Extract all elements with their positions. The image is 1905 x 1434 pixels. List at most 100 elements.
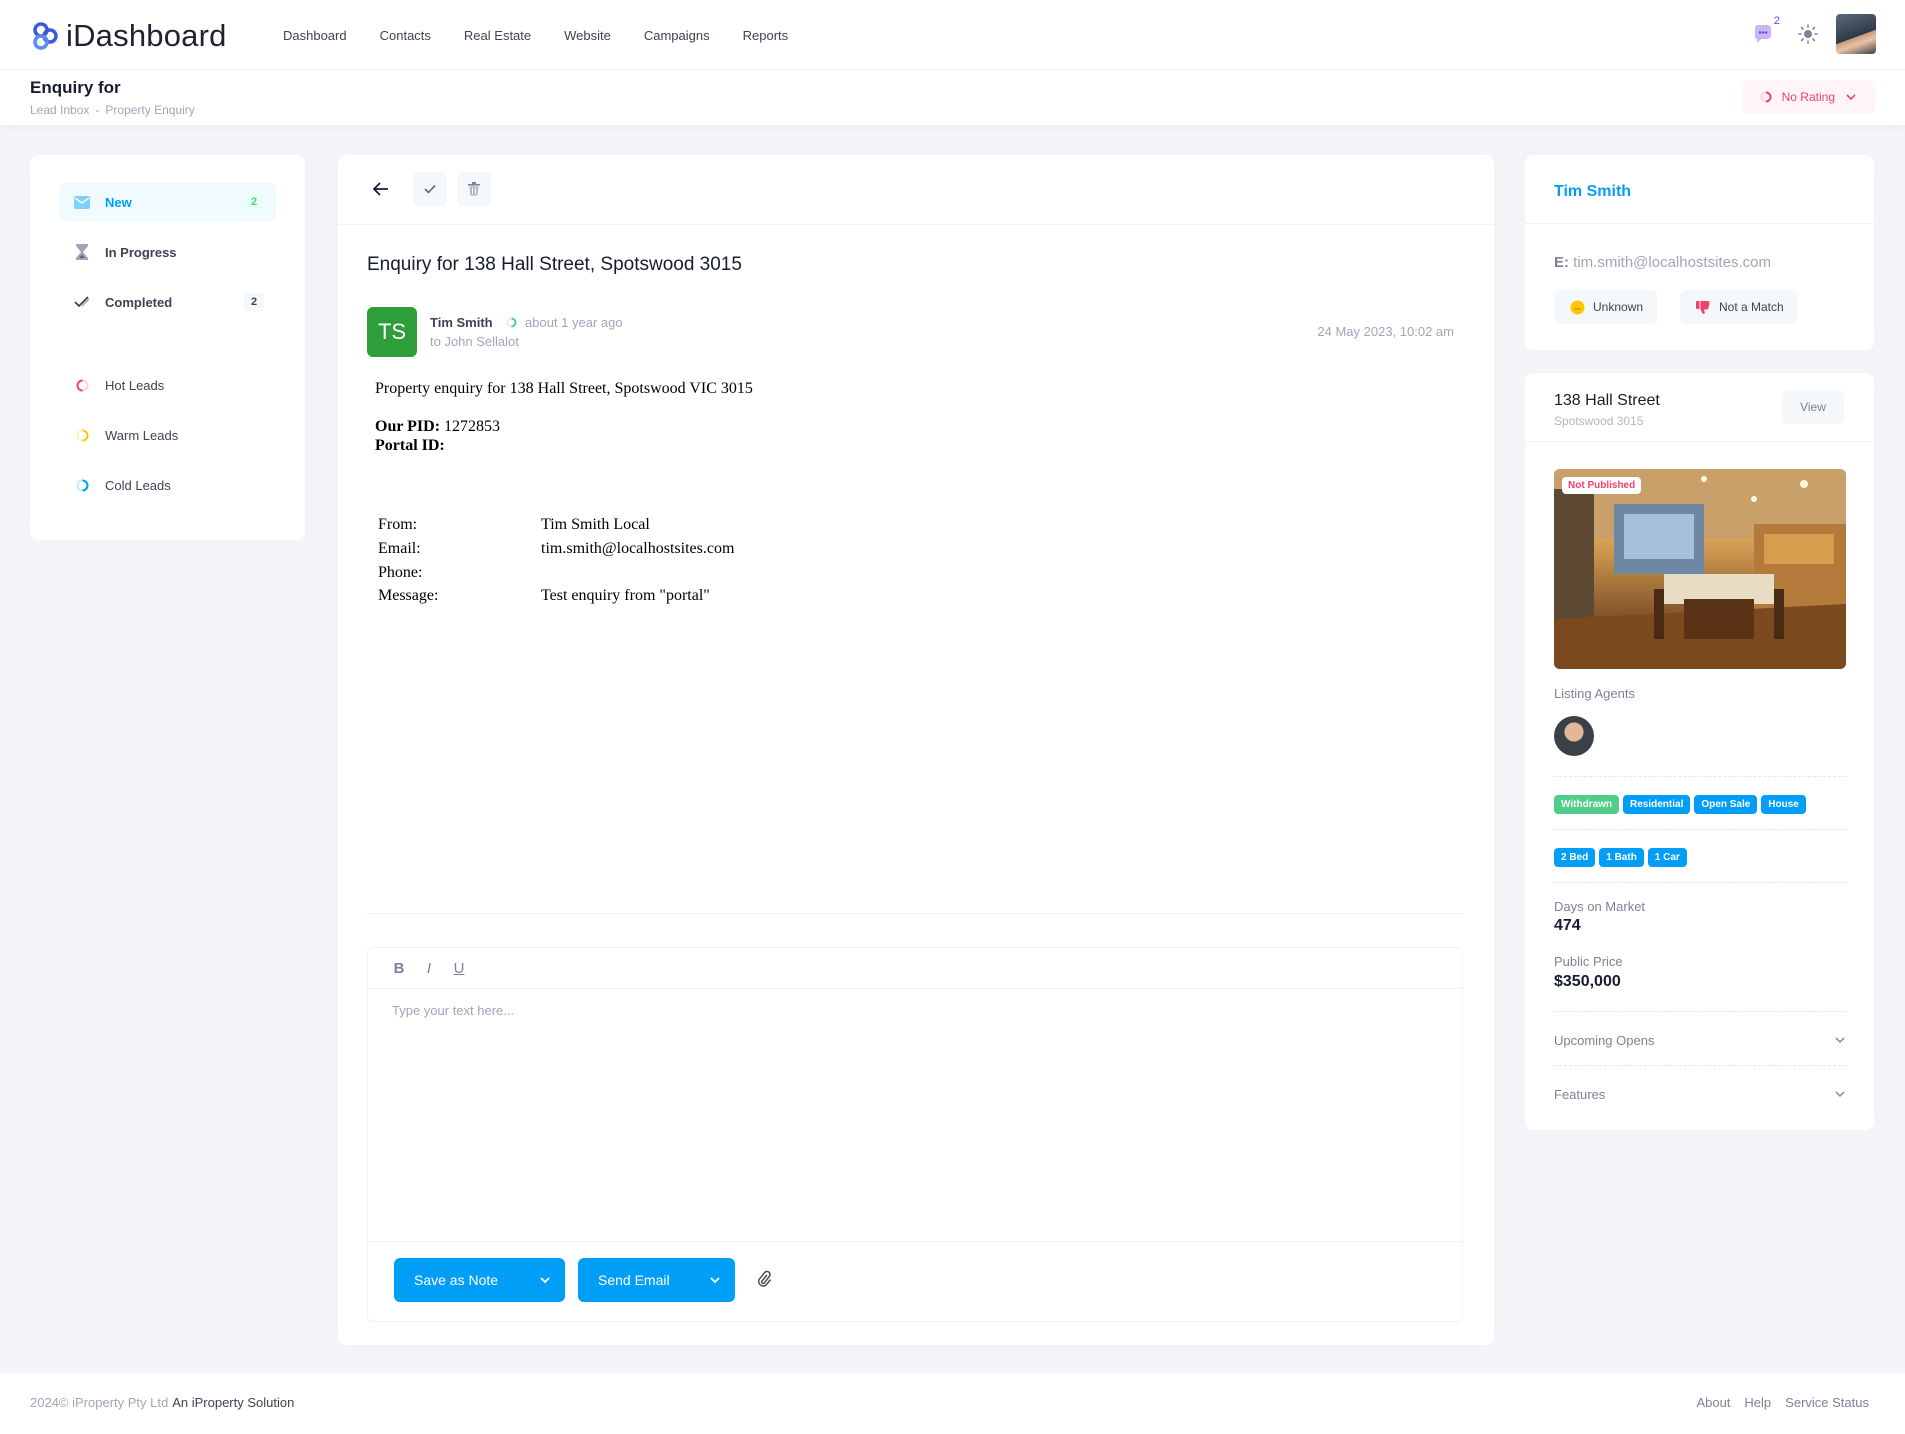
email-value[interactable]: tim.smith@localhostsites.com xyxy=(541,540,734,558)
chevron-down-icon[interactable] xyxy=(539,1274,551,1286)
accordion-label: Features xyxy=(1554,1086,1606,1102)
tag-residential: Residential xyxy=(1623,795,1691,814)
save-as-note-button[interactable]: Save as Note xyxy=(394,1258,565,1302)
dashed-divider xyxy=(1554,882,1846,883)
footer-link-about[interactable]: About xyxy=(1696,1395,1730,1410)
copyright-text: 2024© iProperty Pty Ltd xyxy=(30,1395,169,1410)
body-divider xyxy=(367,913,1463,914)
nav-real-estate[interactable]: Real Estate xyxy=(464,28,531,43)
mark-complete-button[interactable] xyxy=(413,172,447,206)
phone-label: Phone: xyxy=(378,564,423,581)
solution-link[interactable]: An iProperty Solution xyxy=(172,1395,294,1410)
features-accordion[interactable]: Features xyxy=(1554,1084,1846,1104)
message-value: Test enquiry from "portal" xyxy=(541,587,710,604)
public-price-value: $350,000 xyxy=(1554,973,1621,990)
sidebar-item-new[interactable]: New 2 xyxy=(59,183,276,221)
email-prefix: E: xyxy=(1554,254,1569,271)
bold-button[interactable]: B xyxy=(392,960,406,977)
contact-name[interactable]: Tim Smith xyxy=(1554,183,1631,201)
italic-button[interactable]: I xyxy=(422,960,436,977)
feature-car: 1 Car xyxy=(1647,848,1687,867)
nav-contacts[interactable]: Contacts xyxy=(380,28,431,43)
dashed-divider xyxy=(1554,1065,1846,1066)
contact-email-value[interactable]: tim.smith@localhostsites.com xyxy=(1573,254,1771,271)
footer-links: About Help Service Status xyxy=(1696,1395,1869,1410)
arrow-left-icon xyxy=(373,182,388,196)
sidebar-item-hot-leads[interactable]: Hot Leads xyxy=(59,366,276,404)
breadcrumb-lead-inbox[interactable]: Lead Inbox xyxy=(30,103,89,117)
nav-reports[interactable]: Reports xyxy=(743,28,789,43)
editor-footer: Save as Note Send Email xyxy=(368,1241,1462,1321)
chat-button[interactable]: 2 xyxy=(1746,15,1780,51)
tag-withdrawn: Withdrawn xyxy=(1554,795,1620,814)
envelope-icon xyxy=(73,195,91,209)
header-actions: 2 xyxy=(1746,14,1876,54)
contact-status-button[interactable]: Unknown xyxy=(1554,290,1658,324)
days-on-market-value: 474 xyxy=(1554,917,1581,934)
days-on-market-label: Days on Market xyxy=(1554,899,1646,914)
nav-dashboard[interactable]: Dashboard xyxy=(283,28,347,43)
from-value: Tim Smith Local xyxy=(541,516,650,533)
theme-toggle[interactable] xyxy=(1796,22,1820,46)
thumbs-down-icon xyxy=(1696,300,1710,314)
rating-label: No Rating xyxy=(1781,90,1835,104)
message-toolbar xyxy=(338,155,1494,225)
view-property-button[interactable]: View xyxy=(1782,390,1844,424)
property-tags: Withdrawn Residential Open Sale House xyxy=(1554,795,1806,814)
delete-button[interactable] xyxy=(457,172,491,206)
message-date: 24 May 2023, 10:02 am xyxy=(1317,324,1454,339)
upcoming-opens-accordion[interactable]: Upcoming Opens xyxy=(1554,1030,1846,1050)
sidebar-item-warm-leads[interactable]: Warm Leads xyxy=(59,416,276,454)
footer-link-help[interactable]: Help xyxy=(1744,1395,1771,1410)
reply-editor: B I U Type your text here... Save as Not… xyxy=(367,947,1463,1322)
sender-status: about 1 year ago xyxy=(506,315,623,330)
agent-avatar[interactable] xyxy=(1554,716,1594,756)
nav-campaigns[interactable]: Campaigns xyxy=(644,28,710,43)
editor-toolbar: B I U xyxy=(368,948,1462,989)
logo-icon xyxy=(33,22,58,50)
back-button[interactable] xyxy=(364,172,398,206)
contact-card: Tim Smith E: tim.smith@localhostsites.co… xyxy=(1525,155,1874,350)
top-navbar: iDashboard Dashboard Contacts Real Estat… xyxy=(0,0,1905,70)
footer-link-service-status[interactable]: Service Status xyxy=(1785,1395,1869,1410)
rating-dropdown[interactable]: No Rating xyxy=(1741,80,1875,114)
feature-bath: 1 Bath xyxy=(1599,848,1644,867)
send-email-label: Send Email xyxy=(598,1272,670,1288)
send-email-button[interactable]: Send Email xyxy=(578,1258,735,1302)
neutral-face-icon xyxy=(1570,300,1585,314)
sender-avatar: TS xyxy=(367,307,417,357)
nav-website[interactable]: Website xyxy=(564,28,611,43)
new-count-badge: 2 xyxy=(244,193,264,211)
rating-ring-icon xyxy=(1760,91,1772,103)
underline-button[interactable]: U xyxy=(452,960,466,977)
message-view: Enquiry for 138 Hall Street, Spotswood 3… xyxy=(338,155,1494,1345)
message-label: Message: xyxy=(378,587,439,604)
property-photo xyxy=(1554,469,1846,669)
sidebar-item-in-progress[interactable]: In Progress xyxy=(59,233,276,271)
user-avatar[interactable] xyxy=(1836,14,1876,54)
not-published-badge: Not Published xyxy=(1562,477,1642,494)
chevron-down-icon[interactable] xyxy=(709,1274,721,1286)
breadcrumb-separator: - xyxy=(95,103,100,117)
not-a-match-label: Not a Match xyxy=(1719,300,1784,314)
portal-label: Portal ID: xyxy=(375,437,445,454)
contact-email: E: tim.smith@localhostsites.com xyxy=(1554,254,1771,271)
sidebar-item-cold-leads[interactable]: Cold Leads xyxy=(59,466,276,504)
reply-input[interactable]: Type your text here... xyxy=(392,1003,514,1018)
email-label: Email: xyxy=(378,540,421,557)
property-card: 138 Hall Street Spotswood 3015 View Not … xyxy=(1525,373,1874,1130)
app-logo[interactable]: iDashboard xyxy=(30,18,227,54)
body-intro: Property enquiry for 138 Hall Street, Sp… xyxy=(375,380,753,397)
cold-lead-ring-icon xyxy=(73,479,91,492)
body-pid: Our PID: 1272853 xyxy=(375,418,500,436)
hourglass-icon xyxy=(73,244,91,260)
accordion-label: Upcoming Opens xyxy=(1554,1032,1655,1048)
dashed-divider xyxy=(1554,829,1846,830)
sender-name[interactable]: Tim Smith xyxy=(430,315,493,330)
page-footer: 2024© iProperty Pty Ltd An iProperty Solu… xyxy=(0,1373,1905,1434)
tag-open-sale: Open Sale xyxy=(1694,795,1758,814)
property-image[interactable]: Not Published xyxy=(1554,469,1846,669)
not-a-match-button[interactable]: Not a Match xyxy=(1680,290,1798,324)
sidebar-item-completed[interactable]: Completed 2 xyxy=(59,283,276,321)
attach-button[interactable] xyxy=(757,1270,772,1293)
